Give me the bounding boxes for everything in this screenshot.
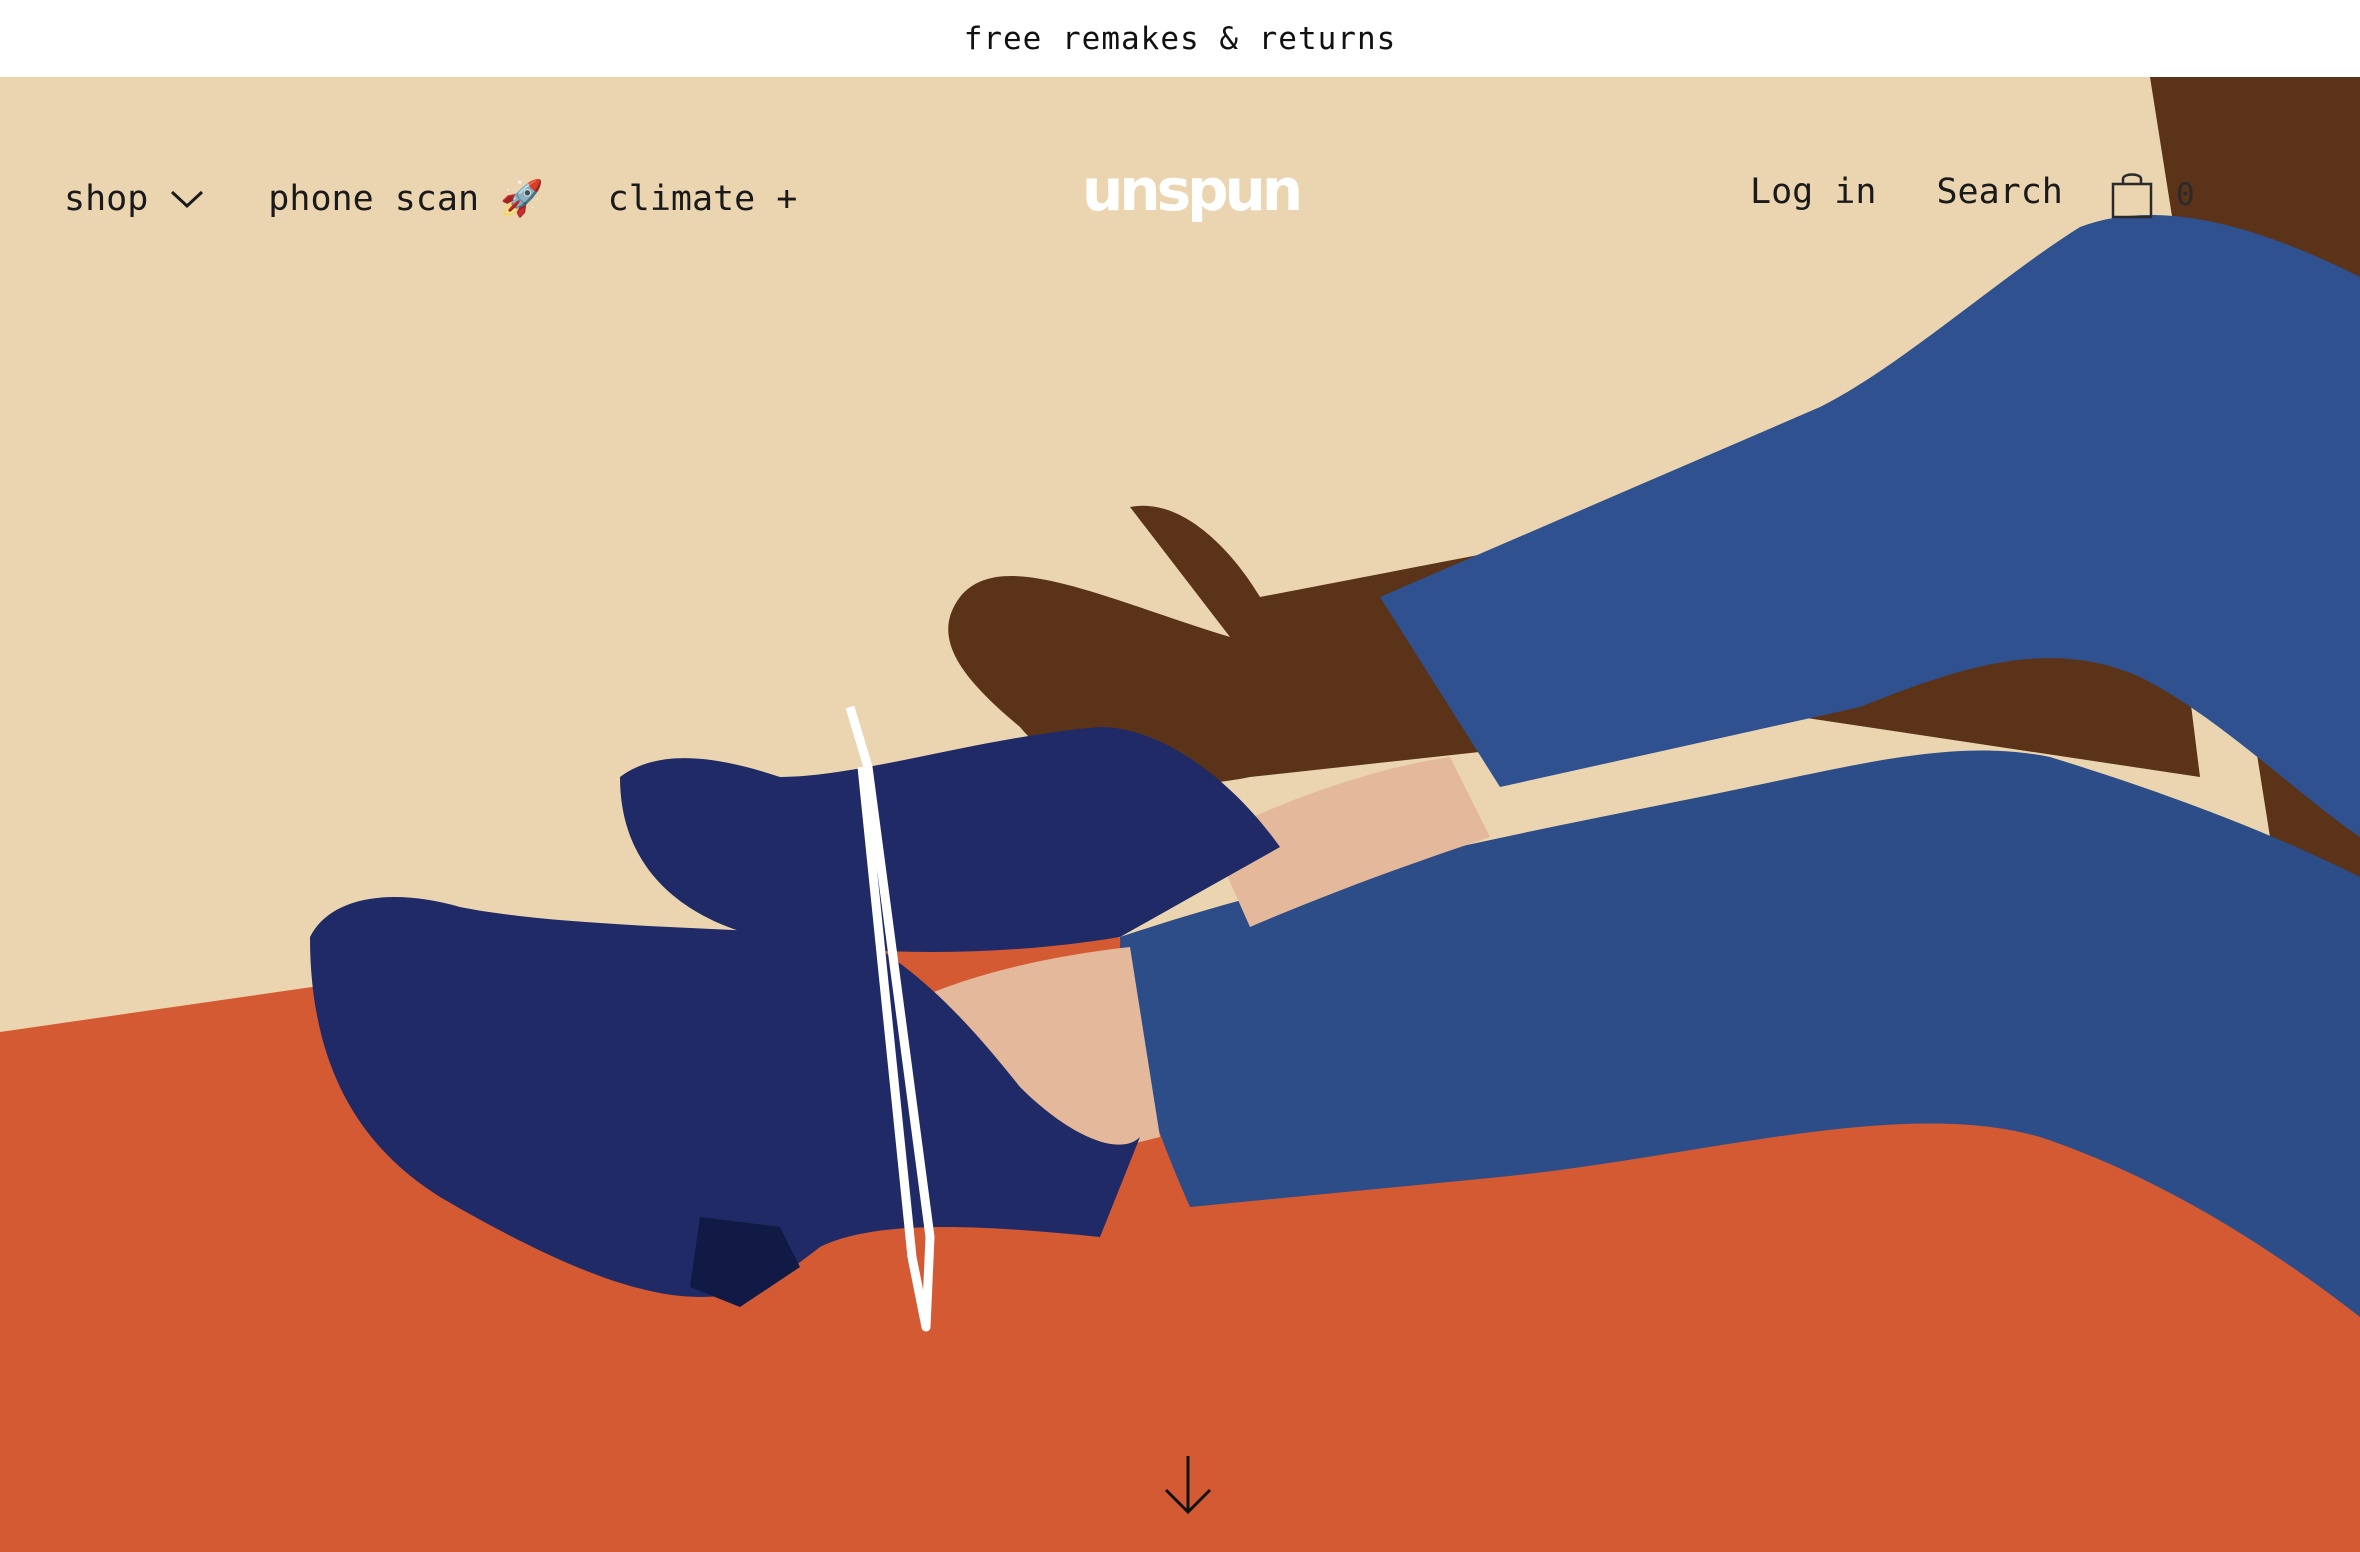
shopping-bag-icon bbox=[2111, 173, 2153, 219]
primary-nav: shop phone scan 🚀 climate + bbox=[64, 178, 798, 220]
nav-climate-label: climate + bbox=[607, 178, 798, 219]
scroll-down-button[interactable] bbox=[1160, 1452, 1216, 1518]
chevron-down-icon bbox=[171, 190, 204, 208]
hero-image bbox=[0, 77, 2360, 1552]
announcement-bar: free remakes & returns bbox=[0, 0, 2360, 77]
brand-logo[interactable]: unspun bbox=[1082, 156, 1303, 226]
login-link[interactable]: Log in bbox=[1750, 172, 1876, 212]
nav-phone-scan[interactable]: phone scan 🚀 bbox=[268, 178, 543, 219]
cart-button[interactable]: 0 bbox=[2110, 170, 2195, 220]
nav-shop-label: shop bbox=[64, 178, 149, 219]
search-link[interactable]: Search bbox=[1936, 172, 2062, 212]
nav-shop[interactable]: shop bbox=[64, 179, 204, 219]
nav-climate[interactable]: climate + bbox=[608, 179, 798, 219]
arrow-down-icon bbox=[1164, 1456, 1212, 1515]
utility-nav: Log in Search bbox=[1750, 172, 2063, 212]
nav-phone-scan-label: phone scan 🚀 bbox=[268, 179, 544, 219]
announcement-text: free remakes & returns bbox=[963, 20, 1397, 57]
hero-section bbox=[0, 77, 2360, 1552]
cart-count: 0 bbox=[2176, 177, 2195, 213]
